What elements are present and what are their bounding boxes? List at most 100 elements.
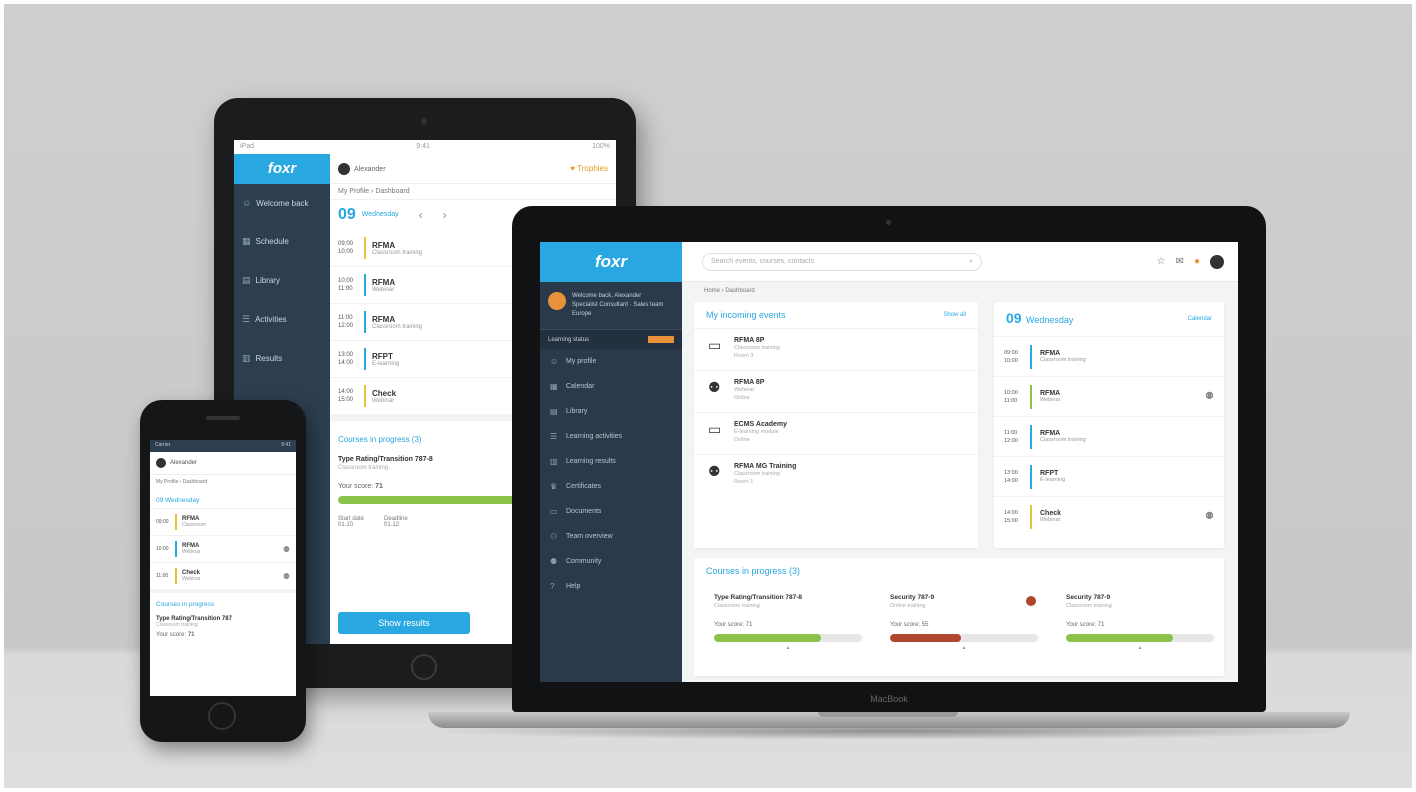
calendar-row[interactable]: 09:00 10:00 RFMA Classroom training bbox=[994, 336, 1224, 376]
chevron-left-icon[interactable]: ‹ bbox=[419, 208, 423, 222]
schedule-row[interactable]: 11:00 Check Webinar ⚉ bbox=[150, 562, 296, 589]
main-content: Search events, courses, contacts ⌕ ☆ ✉ ●… bbox=[682, 242, 1238, 682]
home-button[interactable] bbox=[411, 654, 437, 680]
courses-title[interactable]: Courses in progress bbox=[150, 589, 296, 612]
home-button[interactable] bbox=[208, 702, 236, 730]
sidebar-item-label: Learning activities bbox=[566, 433, 623, 440]
doc-icon: ▭ bbox=[708, 421, 722, 437]
sidebar-item-5[interactable]: ▥ Results bbox=[234, 339, 330, 378]
search-icon[interactable]: ⌕ bbox=[969, 258, 973, 266]
schedule-row[interactable]: 10:00 RFMA Webinar ⚉ bbox=[150, 535, 296, 562]
trophies-badge[interactable]: ♥ Trophies bbox=[570, 164, 608, 173]
sidebar-item-help[interactable]: ? Help bbox=[540, 574, 682, 599]
event-item[interactable]: ▭ ECMS Academy E-learning module Online bbox=[694, 412, 978, 454]
sidebar-item-documents[interactable]: ▭ Documents bbox=[540, 499, 682, 524]
sidebar-item-3[interactable]: ▤ Library bbox=[234, 261, 330, 300]
stat-value: 01.10 bbox=[338, 522, 354, 528]
people-icon[interactable]: ⚉ bbox=[283, 545, 290, 554]
event-info: RFMA MG Training Classroom training Room 1 bbox=[734, 463, 796, 486]
logo[interactable]: foxr bbox=[540, 242, 682, 282]
learning-status[interactable]: Learning status bbox=[540, 330, 682, 349]
card-title[interactable]: Courses in progress (3) bbox=[706, 566, 800, 576]
top-bar: Search events, courses, contacts ⌕ ☆ ✉ ● bbox=[682, 242, 1238, 282]
sidebar-item-team-overview[interactable]: ⚇ Team overview bbox=[540, 524, 682, 549]
event-type: Classroom training bbox=[734, 471, 780, 477]
book-icon: ▤ bbox=[242, 275, 251, 285]
show-all-link[interactable]: Show all bbox=[943, 312, 966, 318]
logo[interactable]: foxr bbox=[234, 154, 330, 184]
sidebar-item-2[interactable]: ▦ Schedule bbox=[234, 222, 330, 261]
sidebar-item-community[interactable]: ⚉ Community bbox=[540, 549, 682, 574]
breadcrumb[interactable]: Home › Dashboard bbox=[682, 282, 1238, 300]
event-name: RFMA 8P bbox=[734, 337, 765, 344]
event-info: RFMA Classroom training bbox=[1040, 350, 1214, 363]
event-item[interactable]: ⚉ RFMA 8P Webinar Online bbox=[694, 370, 978, 412]
avatar[interactable] bbox=[1210, 254, 1224, 269]
weekday: Wednesday bbox=[361, 211, 399, 218]
user-profile[interactable]: Welcome back, Alexander Specialist Consu… bbox=[540, 282, 682, 330]
event-type: Webinar bbox=[372, 286, 395, 293]
sidebar-item-calendar[interactable]: ▦ Calendar bbox=[540, 374, 682, 399]
sidebar-item-certificates[interactable]: ♛ Certificates bbox=[540, 474, 682, 499]
schedule-row[interactable]: 09:00 RFMA Classroom bbox=[150, 508, 296, 535]
category-bar bbox=[1030, 424, 1032, 449]
event-location: Online bbox=[734, 395, 750, 401]
progress-fill bbox=[890, 634, 962, 642]
user-details: Specialist Consultant · Sales team Europ… bbox=[572, 302, 664, 317]
search-input[interactable]: Search events, courses, contacts ⌕ bbox=[702, 252, 982, 271]
calendar-row[interactable]: 14:00 15:00 Check Webinar ⚉ bbox=[994, 496, 1224, 536]
chevron-right-icon[interactable]: › bbox=[443, 208, 447, 222]
calendar-row[interactable]: 13:00 14:00 RFPT E-learning bbox=[994, 456, 1224, 496]
user-menu[interactable]: Alexander bbox=[150, 452, 296, 475]
calendar-row[interactable]: 10:00 11:00 RFMA Webinar ⚉ bbox=[994, 376, 1224, 416]
time-range: 13:00 14:00 bbox=[1004, 469, 1018, 484]
event-info: RFMA Webinar bbox=[1040, 390, 1197, 403]
status-bar: iPad 9:41 100% bbox=[234, 140, 616, 154]
breadcrumb[interactable]: My Profile › Dashboard bbox=[330, 184, 616, 200]
sidebar-item-learning-results[interactable]: ▥ Learning results bbox=[540, 449, 682, 474]
people-icon[interactable]: ⚉ bbox=[283, 572, 290, 581]
event-item[interactable]: ⚉ RFMA MG Training Classroom training Room … bbox=[694, 454, 978, 496]
notification-icon[interactable]: ● bbox=[1194, 256, 1200, 267]
time-range: 09:00 10:00 bbox=[338, 241, 354, 255]
event-item[interactable]: ▭ RFMA 8P Classroom training Room 3 bbox=[694, 328, 978, 370]
user-menu[interactable]: Alexander bbox=[338, 162, 386, 175]
calendar-card: 09 Wednesday Calendar 09:00 10:00 RFMA Clas… bbox=[994, 302, 1224, 548]
event-type: E-learning module bbox=[734, 429, 779, 435]
courses-card: Courses in progress (3) Type Rating/Tran… bbox=[694, 558, 1224, 676]
course-card[interactable]: Security 787-9 Classroom training Your sco… bbox=[1054, 588, 1226, 682]
calendar-link[interactable]: Calendar bbox=[1188, 316, 1212, 322]
people-icon[interactable]: ⚉ bbox=[1205, 511, 1214, 522]
people-icon: ⚉ bbox=[550, 557, 558, 566]
people-icon[interactable]: ⚉ bbox=[1205, 391, 1214, 402]
course-card[interactable]: Type Rating/Transition 787 Classroom tra… bbox=[150, 612, 296, 642]
time-range: 11:00 12:00 bbox=[1004, 429, 1018, 444]
sidebar-item-my-profile[interactable]: ☺ My profile bbox=[540, 349, 682, 374]
event-type: Webinar bbox=[372, 397, 395, 404]
calendar-row[interactable]: 11:00 12:00 RFMA Classroom training bbox=[994, 416, 1224, 456]
event-location: Room 3 bbox=[734, 353, 754, 359]
base-notch bbox=[818, 712, 958, 717]
progress-fill bbox=[1066, 634, 1173, 642]
star-icon[interactable]: ☆ bbox=[1157, 256, 1166, 267]
calendar-icon: ▦ bbox=[242, 236, 251, 246]
breadcrumb[interactable]: My Profile › Dashboard bbox=[150, 475, 296, 489]
event-info: RFMA Webinar bbox=[372, 278, 395, 293]
trophy-icon: ♛ bbox=[550, 482, 558, 491]
list-icon: ☰ bbox=[550, 432, 558, 441]
sidebar-item-learning-activities[interactable]: ☰ Learning activities bbox=[540, 424, 682, 449]
phone-device: Carrier 9:41 Alexander My Profile › Dash… bbox=[140, 400, 306, 742]
camera-icon bbox=[886, 220, 891, 225]
sidebar-item-library[interactable]: ▤ Library bbox=[540, 399, 682, 424]
user-name: Welcome back, Alexander bbox=[572, 293, 642, 299]
show-results-button[interactable]: Show results bbox=[338, 612, 470, 634]
upcoming-events-card: My incoming events Show all ▭ RFMA 8P Clas… bbox=[694, 302, 978, 548]
course-card[interactable]: Type Rating/Transition 787-8 Classroom tr… bbox=[702, 588, 874, 682]
event-type: Webinar bbox=[182, 576, 201, 582]
course-card[interactable]: Security 787-9 Online training Your score:… bbox=[878, 588, 1050, 682]
event-type: Classroom training bbox=[1040, 357, 1086, 363]
sidebar-item-4[interactable]: ☰ Activities bbox=[234, 300, 330, 339]
mail-icon[interactable]: ✉ bbox=[1176, 256, 1184, 267]
sidebar-item-1[interactable]: ☺ Welcome back bbox=[234, 184, 330, 222]
category-bar bbox=[1030, 464, 1032, 489]
